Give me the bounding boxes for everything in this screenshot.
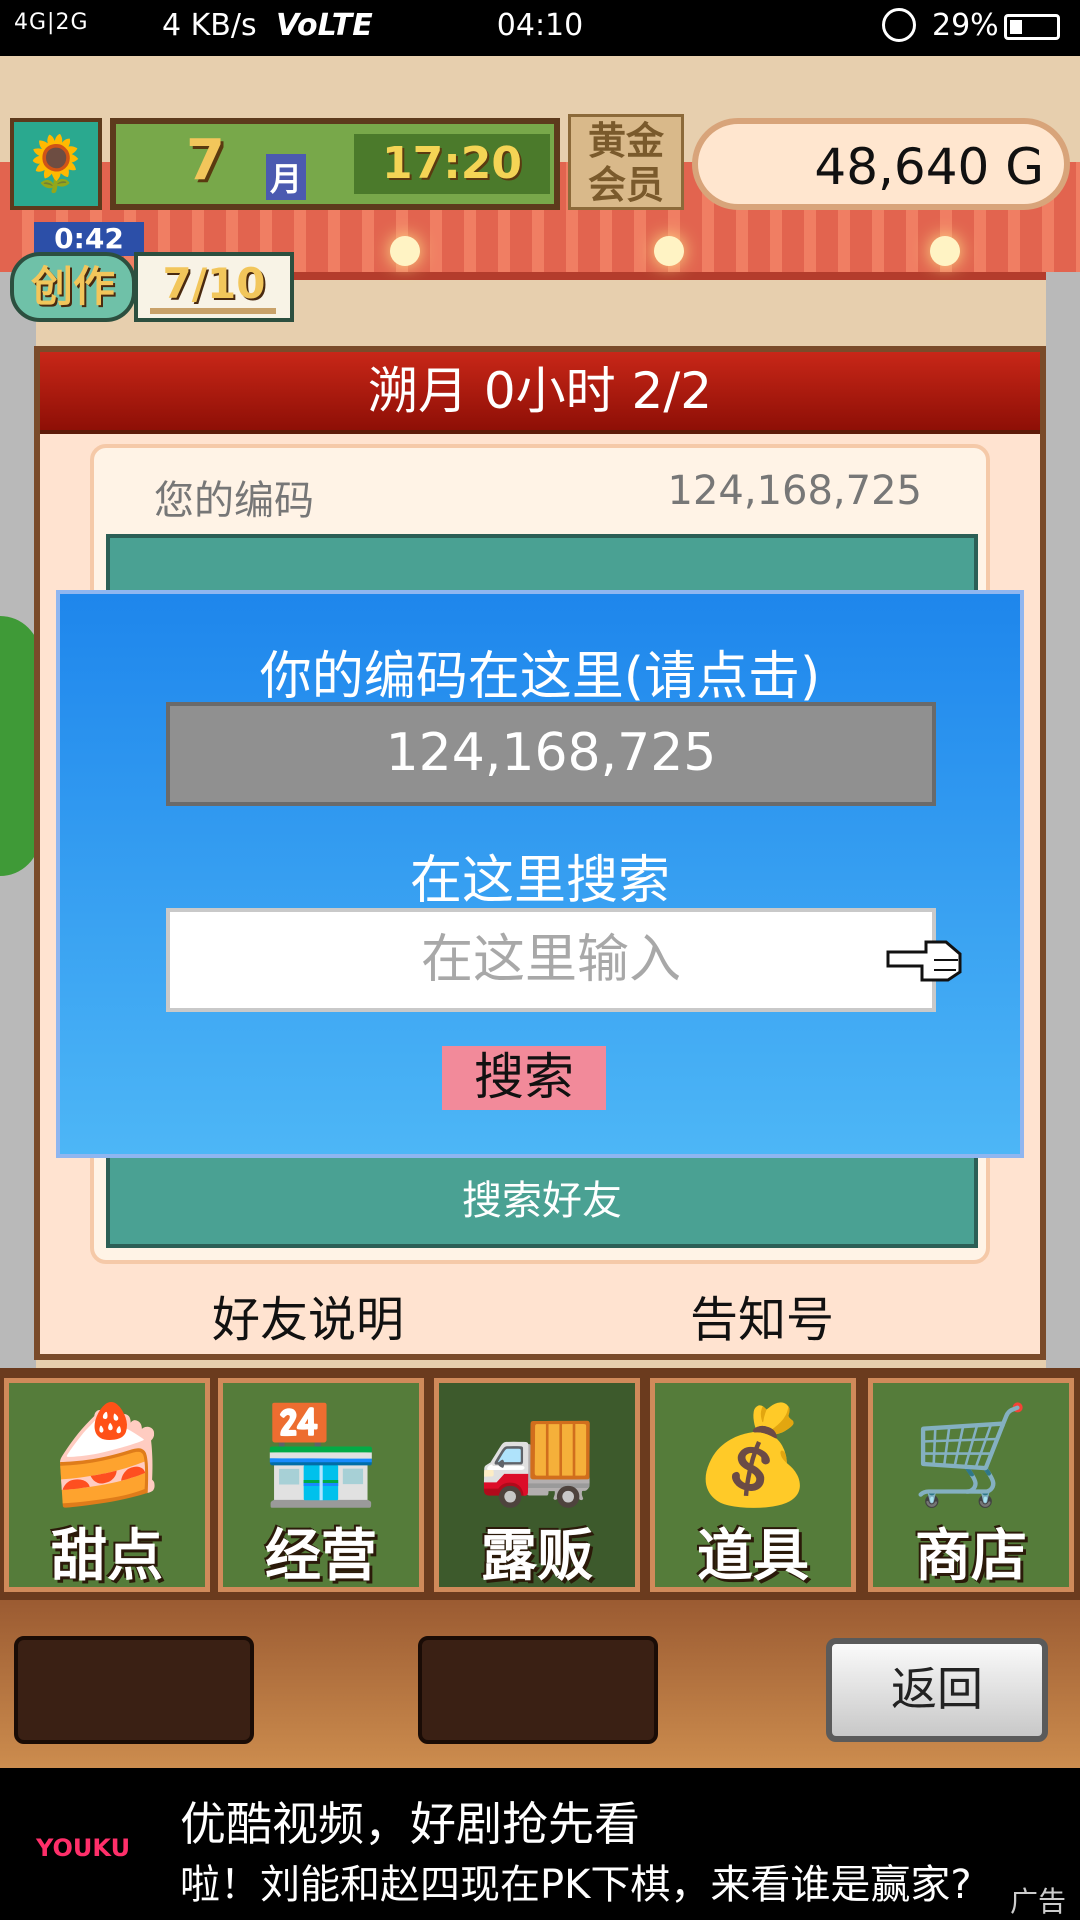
cake-icon: 🍰 bbox=[47, 1399, 167, 1511]
menu-items[interactable]: 💰 道具 bbox=[650, 1378, 856, 1592]
battery-icon bbox=[1004, 14, 1060, 40]
menu-dessert[interactable]: 🍰 甜点 bbox=[4, 1378, 210, 1592]
panel-header: 溯月 0小时 2/2 bbox=[40, 352, 1040, 434]
notice-link[interactable]: 告知号 bbox=[690, 1280, 834, 1350]
empty-slot bbox=[418, 1636, 658, 1744]
status-clock: 04:10 bbox=[496, 8, 584, 43]
ad-headline: 优酷视频，好剧抢先看 bbox=[180, 1797, 640, 1851]
game-time: 17:20 bbox=[354, 134, 550, 194]
menu-label: 经营 bbox=[265, 1524, 377, 1589]
menu-manage[interactable]: 🏪 经营 bbox=[218, 1378, 424, 1592]
month-unit: 月 bbox=[266, 154, 307, 200]
items-bag-icon: 💰 bbox=[693, 1399, 813, 1511]
create-timer: 0:42 bbox=[34, 222, 144, 256]
game-scene: 🌻 7 月 17:20 黄金会员 48,640 G 0:42 创作 7/10 溯… bbox=[0, 56, 1080, 1768]
your-code-label: 您的编码 bbox=[154, 478, 314, 524]
friend-help-link[interactable]: 好友说明 bbox=[212, 1280, 404, 1350]
menu-store[interactable]: 🛒 商店 bbox=[868, 1378, 1074, 1592]
create-progress-bar bbox=[150, 308, 276, 314]
create-label: 创作 bbox=[10, 252, 136, 322]
search-friends-label[interactable]: 搜索好友 bbox=[110, 1168, 974, 1226]
youku-logo: YOUKU bbox=[36, 1834, 131, 1862]
lamp-icon bbox=[654, 236, 684, 266]
bottom-menu: 🍰 甜点 🏪 经营 🚚 露贩 💰 道具 🛒 商店 bbox=[0, 1368, 1080, 1600]
menu-label: 露贩 bbox=[481, 1524, 593, 1589]
search-button[interactable]: 搜索 bbox=[442, 1046, 606, 1110]
your-code-value: 124,168,725 bbox=[667, 468, 922, 514]
gold-counter: 48,640 G bbox=[692, 118, 1070, 210]
sunflower-icon[interactable]: 🌻 bbox=[10, 118, 102, 210]
empty-slot bbox=[14, 1636, 254, 1744]
wall-right bbox=[1046, 272, 1080, 1372]
search-input[interactable] bbox=[166, 908, 936, 1012]
date-display: 7 月 17:20 bbox=[110, 118, 560, 210]
gold-amount: 48,640 G bbox=[814, 138, 1044, 196]
create-badge[interactable]: 0:42 创作 7/10 bbox=[10, 222, 294, 322]
menu-label: 道具 bbox=[697, 1524, 809, 1589]
rotation-lock-icon bbox=[882, 8, 916, 42]
month-number: 7 bbox=[186, 128, 225, 193]
search-title: 在这里搜索 bbox=[409, 851, 670, 911]
hand-pointer-icon bbox=[886, 940, 962, 982]
status-bar: 4G|2G 4 KB/s VoLTE 04:10 29% bbox=[0, 0, 1080, 56]
battery-percent: 29% bbox=[932, 8, 999, 43]
dialog-title: 你的编码在这里(请点击) bbox=[259, 647, 821, 707]
shop-icon: 🏪 bbox=[261, 1399, 381, 1511]
shopping-cart-icon: 🛒 bbox=[911, 1399, 1031, 1511]
menu-label: 商店 bbox=[915, 1524, 1027, 1589]
ad-banner[interactable]: YOUKU 优酷视频，好剧抢先看 啦！刘能和赵四现在PK下棋，来看谁是赢家? 广… bbox=[0, 1768, 1080, 1920]
gold-member-badge[interactable]: 黄金会员 bbox=[568, 114, 684, 210]
copy-code-button[interactable]: 124,168,725 bbox=[166, 702, 936, 806]
counter-bar: 返回 bbox=[0, 1600, 1080, 1768]
menu-food-truck[interactable]: 🚚 露贩 bbox=[434, 1378, 640, 1592]
lamp-icon bbox=[390, 236, 420, 266]
ad-tag: 广告 bbox=[1009, 1885, 1066, 1918]
food-truck-icon: 🚚 bbox=[477, 1399, 597, 1511]
friend-code-dialog: 你的编码在这里(请点击) 124,168,725 在这里搜索 搜索 bbox=[56, 590, 1024, 1158]
menu-label: 甜点 bbox=[51, 1524, 163, 1589]
back-button[interactable]: 返回 bbox=[826, 1638, 1048, 1742]
ad-subline: 啦！刘能和赵四现在PK下棋，来看谁是赢家? bbox=[180, 1862, 972, 1908]
lamp-icon bbox=[930, 236, 960, 266]
